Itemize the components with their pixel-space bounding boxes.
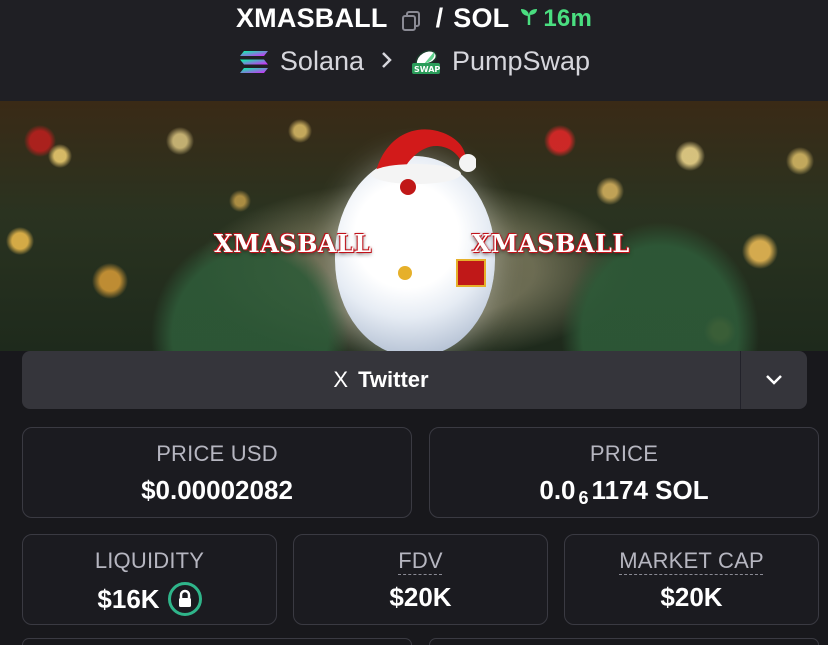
market-cap-value: $20K	[660, 582, 723, 612]
lock-icon[interactable]	[167, 582, 202, 616]
quote-symbol: SOL	[453, 3, 510, 33]
market-cap-card: MARKET CAP $20K	[564, 534, 819, 625]
price-native-value: 0.0 6 1174 SOL	[430, 475, 818, 508]
price-native-label: PRICE	[589, 441, 659, 466]
pair-age: 16m	[519, 5, 592, 33]
price-usd-label: PRICE USD	[156, 441, 278, 466]
chevron-down-icon	[766, 375, 782, 385]
price-usd-value: $0.00002082	[141, 475, 293, 505]
x-logo-icon: X	[333, 367, 349, 392]
banner-gift-box	[456, 259, 486, 287]
fdv-label[interactable]: FDV	[294, 548, 547, 574]
pumpswap-logo-text: SWAP	[414, 64, 441, 74]
next-card-left	[22, 638, 412, 645]
banner-ornament-gold	[398, 266, 412, 280]
pair-title: XMASBALL / SOL 16m	[0, 3, 828, 34]
price-native-card: PRICE 0.0 6 1174 SOL	[429, 427, 819, 518]
token-symbol: XMASBALL	[235, 3, 388, 33]
liquidity-value-row: $16K	[23, 582, 276, 616]
breadcrumb: Solana SWAP PumpSwap	[0, 46, 828, 77]
banner-santa-hat	[371, 129, 476, 184]
copy-icon[interactable]	[400, 8, 422, 31]
pair-header: XMASBALL / SOL 16m Solana SWAP PumpSwap	[0, 0, 828, 101]
price-native-prefix: 0.0	[539, 475, 576, 505]
banner-text-right: XMASBALL	[472, 229, 630, 258]
price-native-subscript: 6	[578, 488, 589, 508]
solana-logo-icon	[238, 49, 270, 75]
price-usd-card: PRICE USD $0.00002082	[22, 427, 412, 518]
banner-text-left: XMASBALL	[214, 229, 372, 258]
twitter-label: Twitter	[358, 367, 429, 392]
next-card-right	[429, 638, 819, 645]
more-links-button[interactable]	[740, 351, 807, 409]
pair-separator: /	[435, 3, 444, 33]
liquidity-value: $16K	[97, 583, 160, 614]
liquidity-card: LIQUIDITY $16K	[22, 534, 277, 625]
dex-link[interactable]: PumpSwap	[452, 46, 590, 77]
fdv-value: $20K	[389, 582, 452, 612]
links-bar: X Twitter	[22, 351, 807, 409]
chain-link[interactable]: Solana	[280, 46, 364, 77]
fdv-card: FDV $20K	[293, 534, 548, 625]
seedling-icon	[519, 5, 539, 33]
token-banner-image: XMASBALL XMASBALL	[0, 101, 828, 351]
pumpswap-logo-icon: SWAP	[410, 48, 442, 76]
price-native-rest: 1174 SOL	[591, 475, 709, 505]
banner-ornament-red	[400, 179, 416, 195]
age-value: 16m	[543, 4, 593, 32]
market-cap-label[interactable]: MARKET CAP	[565, 548, 818, 574]
chevron-right-icon	[380, 49, 394, 75]
liquidity-label: LIQUIDITY	[94, 548, 205, 573]
twitter-link-button[interactable]: X Twitter	[22, 351, 740, 409]
